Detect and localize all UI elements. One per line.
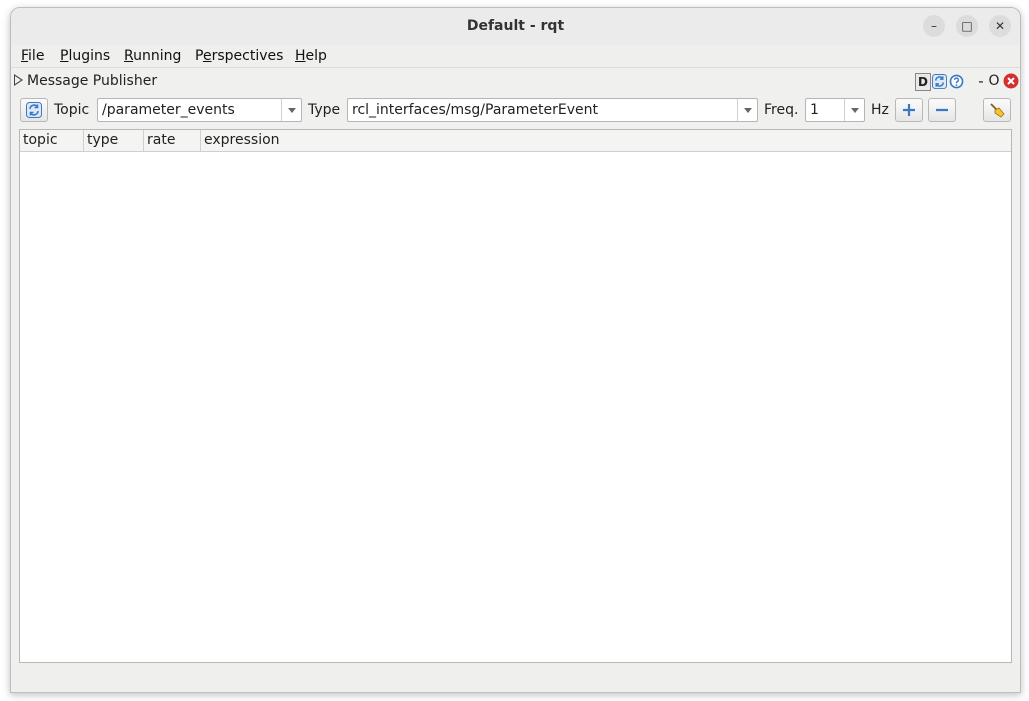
add-publisher-button[interactable] bbox=[895, 98, 923, 122]
minimize-button[interactable]: – bbox=[923, 15, 945, 37]
type-value: rcl_interfaces/msg/ParameterEvent bbox=[352, 102, 598, 118]
window-title: Default - rqt bbox=[466, 18, 565, 34]
topic-value: /parameter_events bbox=[102, 102, 235, 118]
float-plugin-button[interactable]: O bbox=[988, 73, 1000, 89]
minimize-icon: – bbox=[931, 19, 937, 33]
plugin-header: Message Publisher D - O bbox=[11, 68, 1020, 94]
column-header-rate[interactable]: rate bbox=[144, 130, 201, 151]
main-window: Default - rqt – □ ✕ File Plugins Running… bbox=[10, 7, 1021, 693]
reload-button[interactable] bbox=[931, 73, 947, 89]
clear-button[interactable] bbox=[983, 98, 1011, 122]
help-button[interactable] bbox=[948, 73, 964, 89]
dock-button[interactable]: D bbox=[915, 73, 931, 91]
remove-publisher-button[interactable] bbox=[928, 98, 956, 122]
plugin-title: Message Publisher bbox=[27, 73, 158, 89]
minus-icon bbox=[936, 108, 948, 112]
status-bar bbox=[11, 663, 1020, 692]
chevron-down-icon bbox=[287, 107, 296, 113]
column-header-type[interactable]: type bbox=[84, 130, 144, 151]
table-header: topic type rate expression bbox=[20, 130, 1011, 152]
column-header-topic[interactable]: topic bbox=[20, 130, 84, 151]
hz-label: Hz bbox=[871, 102, 889, 118]
maximize-button[interactable]: □ bbox=[956, 15, 978, 37]
freq-value: 1 bbox=[810, 102, 819, 118]
freq-combo[interactable]: 1 bbox=[805, 98, 865, 122]
plus-icon bbox=[903, 104, 915, 116]
expand-arrow-icon[interactable] bbox=[14, 74, 23, 86]
publisher-table[interactable]: topic type rate expression bbox=[19, 129, 1012, 663]
type-label: Type bbox=[308, 102, 341, 118]
minimize-plugin-button[interactable]: - bbox=[977, 72, 985, 90]
menu-help[interactable]: Help bbox=[295, 48, 327, 64]
freq-dropdown[interactable] bbox=[844, 99, 864, 121]
maximize-icon: □ bbox=[961, 19, 973, 33]
close-icon: ✕ bbox=[994, 19, 1006, 33]
freq-label: Freq. bbox=[764, 102, 799, 118]
close-button[interactable]: ✕ bbox=[989, 15, 1011, 37]
menu-bar: File Plugins Running Perspectives Help bbox=[11, 45, 1020, 68]
column-header-expression[interactable]: expression bbox=[201, 130, 1011, 151]
menu-running[interactable]: Running bbox=[124, 48, 181, 64]
topic-label: Topic bbox=[54, 102, 90, 118]
publisher-toolbar: Topic /parameter_events Type rcl_interfa… bbox=[11, 96, 1020, 126]
menu-plugins[interactable]: Plugins bbox=[60, 48, 110, 64]
close-plugin-button[interactable] bbox=[1003, 73, 1019, 89]
refresh-button[interactable] bbox=[20, 98, 48, 122]
chevron-down-icon bbox=[850, 107, 859, 113]
reload-icon bbox=[931, 73, 947, 89]
refresh-icon bbox=[26, 102, 42, 118]
title-bar[interactable]: Default - rqt – □ ✕ bbox=[11, 8, 1020, 46]
close-icon bbox=[1003, 73, 1019, 89]
chevron-down-icon bbox=[743, 107, 752, 113]
topic-dropdown[interactable] bbox=[281, 99, 301, 121]
type-dropdown[interactable] bbox=[737, 99, 757, 121]
help-icon bbox=[949, 74, 963, 88]
menu-perspectives[interactable]: Perspectives bbox=[195, 48, 283, 64]
broom-icon bbox=[990, 103, 1005, 118]
menu-file[interactable]: File bbox=[21, 48, 44, 64]
topic-combo[interactable]: /parameter_events bbox=[97, 98, 302, 122]
type-combo[interactable]: rcl_interfaces/msg/ParameterEvent bbox=[347, 98, 758, 122]
